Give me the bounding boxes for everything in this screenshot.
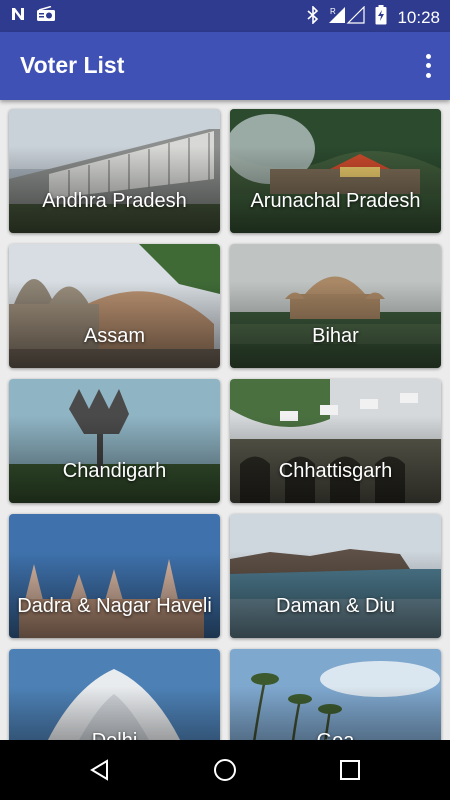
- state-label: Chandigarh: [62, 460, 167, 482]
- svg-text:R: R: [330, 7, 336, 16]
- page-title: Voter List: [20, 52, 125, 78]
- app-bar: Voter List: [0, 32, 450, 100]
- radio-icon: [36, 5, 56, 27]
- state-label: Daman & Diu: [276, 595, 395, 617]
- home-icon[interactable]: [209, 754, 241, 786]
- status-bar: R 10:28: [0, 0, 450, 32]
- battery-charging-icon: [375, 5, 387, 30]
- state-label: Dadra & Nagar Haveli: [17, 595, 212, 617]
- state-grid: Andhra Pradesh Arunachal Pradesh Assam B…: [0, 100, 450, 740]
- state-label: Andhra Pradesh: [42, 190, 187, 212]
- state-card-chandigarh[interactable]: Chandigarh: [9, 379, 220, 503]
- state-card-goa[interactable]: Goa: [230, 649, 441, 740]
- state-label: Arunachal Pradesh: [250, 190, 421, 212]
- recents-icon[interactable]: [334, 754, 366, 786]
- state-label: Bihar: [312, 325, 359, 347]
- state-card-delhi[interactable]: Delhi: [9, 649, 220, 740]
- state-card-arunachal-pradesh[interactable]: Arunachal Pradesh: [230, 109, 441, 233]
- state-card-chhattisgarh[interactable]: Chhattisgarh: [230, 379, 441, 503]
- back-icon[interactable]: [84, 754, 116, 786]
- state-card-daman-diu[interactable]: Daman & Diu: [230, 514, 441, 638]
- navigation-bar: [0, 740, 450, 800]
- state-label: Chhattisgarh: [278, 460, 393, 482]
- state-label: Goa: [230, 730, 441, 740]
- state-card-andhra-pradesh[interactable]: Andhra Pradesh: [9, 109, 220, 233]
- state-card-assam[interactable]: Assam: [9, 244, 220, 368]
- state-card-bihar[interactable]: Bihar: [230, 244, 441, 368]
- state-label: Assam: [83, 325, 146, 347]
- bluetooth-icon: [307, 5, 319, 29]
- signal-icon: R: [329, 5, 366, 29]
- state-card-dadra-nagar-haveli[interactable]: Dadra & Nagar Haveli: [9, 514, 220, 638]
- n-notification-icon: [10, 6, 26, 27]
- state-label: Delhi: [9, 730, 220, 740]
- status-time: 10:28: [397, 7, 440, 27]
- overflow-menu-icon[interactable]: [420, 52, 436, 80]
